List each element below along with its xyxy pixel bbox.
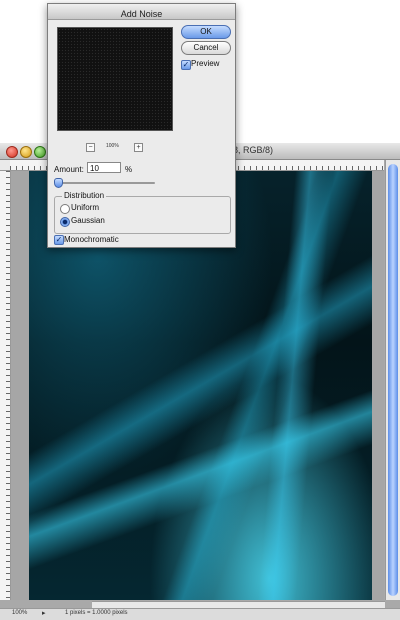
- uniform-label[interactable]: Uniform: [71, 203, 99, 212]
- document-title: 8, RGB/8): [233, 145, 274, 155]
- amount-input[interactable]: 10: [87, 162, 121, 173]
- gaussian-radio[interactable]: [60, 217, 70, 227]
- plus-icon[interactable]: +: [134, 143, 143, 152]
- vertical-ruler[interactable]: [0, 171, 11, 600]
- uniform-radio[interactable]: [60, 204, 70, 214]
- close-window-button[interactable]: [6, 146, 18, 158]
- ok-button[interactable]: OK: [181, 25, 231, 39]
- amount-unit: %: [125, 165, 133, 174]
- preview-zoom-level: 100%: [106, 143, 119, 149]
- preview-label[interactable]: Preview: [191, 59, 219, 68]
- amount-slider[interactable]: [57, 182, 155, 184]
- distribution-group: [54, 196, 231, 234]
- vertical-scroll-thumb[interactable]: [388, 164, 398, 596]
- dialog-titlebar[interactable]: Add Noise: [48, 4, 235, 20]
- zoom-level[interactable]: 100%: [12, 610, 27, 616]
- dialog-title: Add Noise: [120, 9, 163, 19]
- amount-slider-thumb[interactable]: [54, 178, 63, 188]
- minus-icon[interactable]: −: [86, 143, 95, 152]
- add-noise-dialog: Add Noise − 100% + OK Cancel ✓ Preview A…: [47, 3, 236, 248]
- status-info: 1 pixels = 1.0000 pixels: [65, 610, 128, 616]
- zoom-window-button[interactable]: [34, 146, 46, 158]
- distribution-label: Distribution: [62, 191, 107, 200]
- gaussian-label[interactable]: Gaussian: [71, 216, 105, 225]
- status-bar: 100% ▸ 1 pixels = 1.0000 pixels: [0, 608, 400, 620]
- filter-preview[interactable]: [57, 27, 173, 131]
- vertical-scrollbar[interactable]: [385, 160, 400, 600]
- preview-checkbox[interactable]: ✓: [181, 60, 191, 70]
- amount-label: Amount:: [54, 165, 84, 174]
- monochromatic-label[interactable]: Monochromatic: [64, 235, 119, 244]
- minimize-window-button[interactable]: [20, 146, 32, 158]
- monochromatic-checkbox[interactable]: ✓: [54, 235, 64, 245]
- cancel-button[interactable]: Cancel: [181, 41, 231, 55]
- status-menu-arrow-icon[interactable]: ▸: [42, 609, 46, 617]
